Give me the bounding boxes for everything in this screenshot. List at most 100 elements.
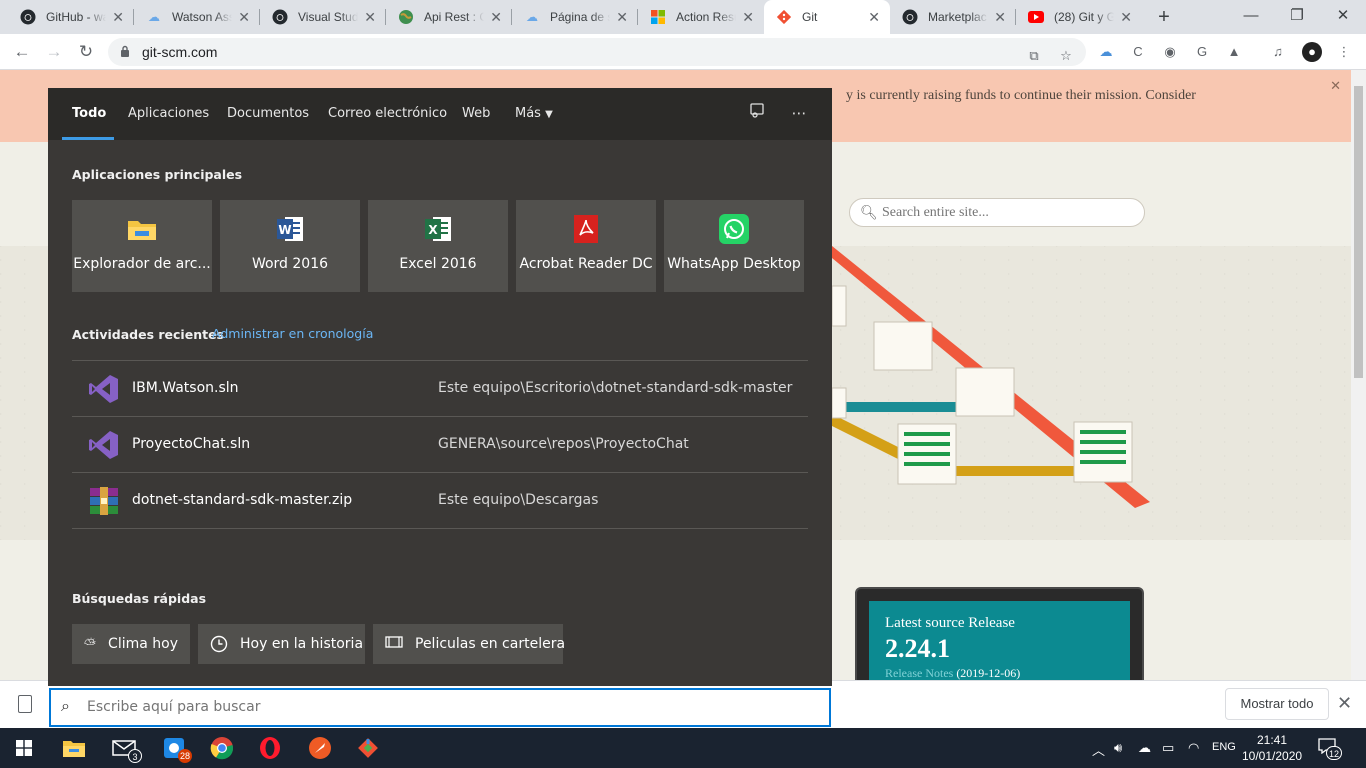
taskbar-mail[interactable]: 3 xyxy=(100,728,148,768)
top-apps-heading: Aplicaciones principales xyxy=(72,167,243,182)
translate-icon[interactable]: ⧉ xyxy=(1024,46,1044,66)
forward-button[interactable]: → xyxy=(40,38,68,66)
scrollbar-thumb[interactable] xyxy=(1354,86,1363,378)
back-button[interactable]: ← xyxy=(8,38,36,66)
recent-item[interactable]: ProyectoChat.sln GENERA\source\repos\Pro… xyxy=(72,416,808,472)
banner-close-icon[interactable]: ✕ xyxy=(1330,78,1341,94)
youtube-icon xyxy=(1028,9,1044,25)
tab-watson-assistant[interactable]: ☁ Watson Ass ✕ xyxy=(134,0,260,34)
taskbar-opera[interactable] xyxy=(246,728,294,768)
tab-github-watson[interactable]: GitHub - wa ✕ xyxy=(8,0,134,34)
taskbar-file-explorer[interactable] xyxy=(50,728,98,768)
wifi-icon[interactable]: ◠ xyxy=(1188,740,1199,756)
recent-item-path: Este equipo\Descargas xyxy=(438,492,599,508)
new-tab-button[interactable]: + xyxy=(1152,5,1176,29)
taskbar-chrome[interactable] xyxy=(198,728,246,768)
tab-all[interactable]: Todo xyxy=(72,106,106,121)
cloud-extension-icon[interactable]: ☁ xyxy=(1096,42,1116,62)
film-icon xyxy=(385,635,403,653)
tab-action-results[interactable]: Action Resu ✕ xyxy=(638,0,764,34)
feedback-icon[interactable] xyxy=(746,102,768,124)
folder-icon xyxy=(128,221,156,240)
recent-item[interactable]: IBM.Watson.sln Este equipo\Escritorio\do… xyxy=(72,360,808,416)
app-excel[interactable]: X Excel 2016 xyxy=(368,200,508,292)
bookmark-star-icon[interactable]: ☆ xyxy=(1056,46,1076,66)
tab-git[interactable]: Git ✕ xyxy=(764,0,890,34)
recent-item[interactable]: dotnet-standard-sdk-master.zip Este equi… xyxy=(72,472,808,528)
app-acrobat[interactable]: Acrobat Reader DC xyxy=(516,200,656,292)
app-whatsapp[interactable]: WhatsApp Desktop xyxy=(664,200,804,292)
tab-close-icon[interactable]: ✕ xyxy=(490,9,502,25)
tab-close-icon[interactable]: ✕ xyxy=(1120,9,1132,25)
tab-youtube[interactable]: (28) Git y G ✕ xyxy=(1016,0,1142,34)
github-icon xyxy=(20,9,36,25)
site-search-input[interactable] xyxy=(882,205,1132,221)
avatar[interactable]: ● xyxy=(1302,42,1322,62)
tab-close-icon[interactable]: ✕ xyxy=(112,9,124,25)
site-search[interactable]: 🔍︎ xyxy=(849,198,1145,227)
tab-close-icon[interactable]: ✕ xyxy=(994,9,1006,25)
tab-documents[interactable]: Documentos xyxy=(227,106,309,121)
taskbar-app-badge[interactable]: 28 xyxy=(150,728,198,768)
input-language[interactable]: ENG xyxy=(1212,741,1236,753)
extension-c-icon[interactable]: C xyxy=(1128,42,1148,62)
taskbar-postman[interactable] xyxy=(296,728,344,768)
tab-email[interactable]: Correo electrónico xyxy=(328,106,447,121)
tab-apps[interactable]: Aplicaciones xyxy=(128,106,209,121)
start-button[interactable] xyxy=(0,728,48,768)
app-label: Word 2016 xyxy=(251,256,329,272)
tab-marketplace[interactable]: Marketplac ✕ xyxy=(890,0,1016,34)
tab-close-icon[interactable]: ✕ xyxy=(742,9,754,25)
reload-button[interactable]: ↻ xyxy=(72,38,100,66)
tab-strip: GitHub - wa ✕ ☁ Watson Ass ✕ Visual Stud… xyxy=(0,0,1366,34)
tab-visual-studio[interactable]: Visual Studi ✕ xyxy=(260,0,386,34)
tab-close-icon[interactable]: ✕ xyxy=(238,9,250,25)
extension-g-icon[interactable]: G xyxy=(1192,42,1212,62)
search-input[interactable] xyxy=(87,699,787,715)
tab-close-icon[interactable]: ✕ xyxy=(364,9,376,25)
tab-close-icon[interactable]: ✕ xyxy=(868,9,880,25)
tab-more[interactable]: Más ▼ xyxy=(515,106,553,121)
close-shelf-icon[interactable]: ✕ xyxy=(1337,693,1352,714)
acrobat-icon xyxy=(574,215,598,243)
page-scrollbar[interactable] xyxy=(1351,70,1366,680)
tab-close-icon[interactable]: ✕ xyxy=(616,9,628,25)
app-word[interactable]: W Word 2016 xyxy=(220,200,360,292)
minimize-button[interactable]: — xyxy=(1228,0,1274,34)
manage-timeline-link[interactable]: Administrar en cronología xyxy=(212,326,373,341)
svg-text:X: X xyxy=(428,223,438,237)
windows-logo-icon xyxy=(16,740,32,756)
volume-icon[interactable]: 🔊︎ xyxy=(1114,740,1122,756)
quick-search-movies[interactable]: Peliculas en cartelera xyxy=(373,624,565,664)
tab-web[interactable]: Web xyxy=(462,106,490,121)
media-control-icon[interactable]: ♫ xyxy=(1268,42,1288,62)
address-bar[interactable]: git-scm.com ⧉ ☆ xyxy=(108,38,1086,66)
show-hidden-icons-icon[interactable]: ︿ xyxy=(1092,740,1105,759)
close-window-button[interactable]: ✕ xyxy=(1320,0,1366,34)
release-version[interactable]: 2.24.1 xyxy=(885,634,1114,664)
system-clock[interactable]: 21:41 10/01/2020 xyxy=(1242,732,1302,764)
app-label: Excel 2016 xyxy=(399,256,477,272)
restore-button[interactable]: ❐ xyxy=(1274,0,1320,34)
app-file-explorer[interactable]: Explorador de arc... xyxy=(72,200,212,292)
onedrive-icon[interactable]: ☁ xyxy=(1138,740,1151,756)
browser-toolbar: ← → ↻ git-scm.com ⧉ ☆ ☁ C ◉ G ▲ ♫ ● ⋮ xyxy=(0,34,1366,70)
mail-badge: 3 xyxy=(128,749,142,763)
release-date: (2019-12-06) xyxy=(956,666,1021,680)
menu-icon[interactable]: ⋮ xyxy=(1334,42,1354,62)
display-icon[interactable]: ▭ xyxy=(1162,740,1174,756)
taskbar-git[interactable] xyxy=(344,728,392,768)
tab-title: Api Rest : C xyxy=(424,10,484,24)
more-options-icon[interactable]: ⋯ xyxy=(788,102,810,124)
windows-search-box[interactable]: ⌕ xyxy=(49,688,831,727)
tab-api-rest[interactable]: Api Rest : C ✕ xyxy=(386,0,512,34)
git-icon xyxy=(776,9,792,25)
quick-search-history[interactable]: Hoy en la historia xyxy=(198,624,365,664)
drive-icon[interactable]: ▲ xyxy=(1224,42,1244,62)
tab-pagina[interactable]: ☁ Página de s ✕ xyxy=(512,0,638,34)
show-all-downloads-button[interactable]: Mostrar todo xyxy=(1225,688,1329,720)
extension-circle-icon[interactable]: ◉ xyxy=(1160,42,1180,62)
action-center-button[interactable]: 12 xyxy=(1318,738,1342,760)
release-notes-link[interactable]: Release Notes xyxy=(885,666,953,680)
quick-search-weather[interactable]: ⛅︎ Clima hoy xyxy=(72,624,190,664)
